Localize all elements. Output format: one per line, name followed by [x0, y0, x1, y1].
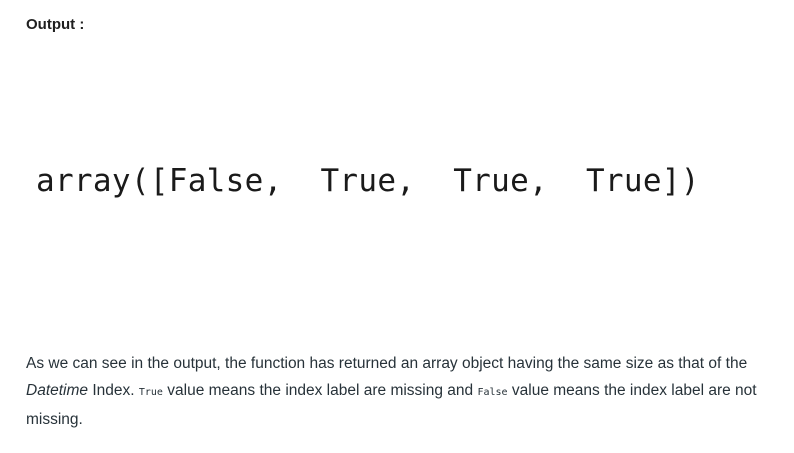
description-paragraph: As we can see in the output, the functio…	[26, 350, 778, 433]
datetime-emphasis: Datetime	[26, 382, 89, 399]
output-heading: Output :	[26, 16, 85, 33]
description-text-2: Index.	[88, 382, 139, 399]
description-text-3: value means the index label are missing …	[162, 382, 478, 399]
inline-code-false: False	[477, 387, 508, 398]
description-text-1: As we can see in the output, the functio…	[26, 355, 748, 372]
inline-code-true: True	[138, 387, 163, 398]
code-output-block: array([False, True, True, True])	[36, 163, 700, 199]
